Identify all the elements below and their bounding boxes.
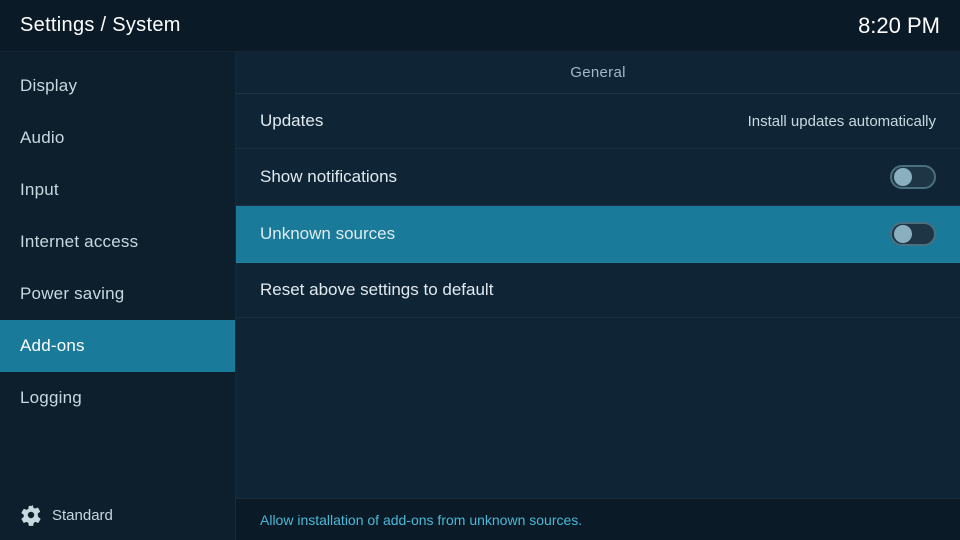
toggle-knob xyxy=(894,168,912,186)
section-header: General xyxy=(236,52,960,94)
settings-row-unknown-sources[interactable]: Unknown sources xyxy=(236,206,960,263)
footer-hint: Allow installation of add-ons from unkno… xyxy=(260,512,582,528)
page-title: Settings / System xyxy=(20,14,181,37)
header: Settings / System 8:20 PM xyxy=(0,0,960,52)
settings-row-show-notifications[interactable]: Show notifications xyxy=(236,149,960,206)
sidebar-item-power-saving[interactable]: Power saving xyxy=(0,268,235,320)
show-notifications-label: Show notifications xyxy=(260,167,397,187)
content-footer: Allow installation of add-ons from unkno… xyxy=(236,498,960,540)
updates-label: Updates xyxy=(260,111,323,131)
settings-row-updates[interactable]: Updates Install updates automatically xyxy=(236,94,960,149)
main-content: Display Audio Input Internet access Powe… xyxy=(0,52,960,540)
unknown-sources-toggle[interactable] xyxy=(890,222,936,246)
gear-icon xyxy=(20,504,42,526)
sidebar-footer: Standard xyxy=(0,490,235,540)
updates-value: Install updates automatically xyxy=(748,113,936,130)
clock: 8:20 PM xyxy=(858,13,940,39)
sidebar-item-internet-access[interactable]: Internet access xyxy=(0,216,235,268)
sidebar-item-logging[interactable]: Logging xyxy=(0,372,235,424)
content-area: General Updates Install updates automati… xyxy=(236,52,960,540)
show-notifications-toggle[interactable] xyxy=(890,165,936,189)
sidebar-item-audio[interactable]: Audio xyxy=(0,112,235,164)
sidebar-item-add-ons[interactable]: Add-ons xyxy=(0,320,235,372)
profile-label: Standard xyxy=(52,507,113,524)
sidebar-item-display[interactable]: Display xyxy=(0,60,235,112)
sidebar: Display Audio Input Internet access Powe… xyxy=(0,52,236,540)
unknown-sources-label: Unknown sources xyxy=(260,224,395,244)
content-body: General Updates Install updates automati… xyxy=(236,52,960,498)
settings-row-reset[interactable]: Reset above settings to default xyxy=(236,263,960,318)
app-container: Settings / System 8:20 PM Display Audio … xyxy=(0,0,960,540)
sidebar-item-input[interactable]: Input xyxy=(0,164,235,216)
reset-label: Reset above settings to default xyxy=(260,280,493,300)
toggle-knob-2 xyxy=(894,225,912,243)
